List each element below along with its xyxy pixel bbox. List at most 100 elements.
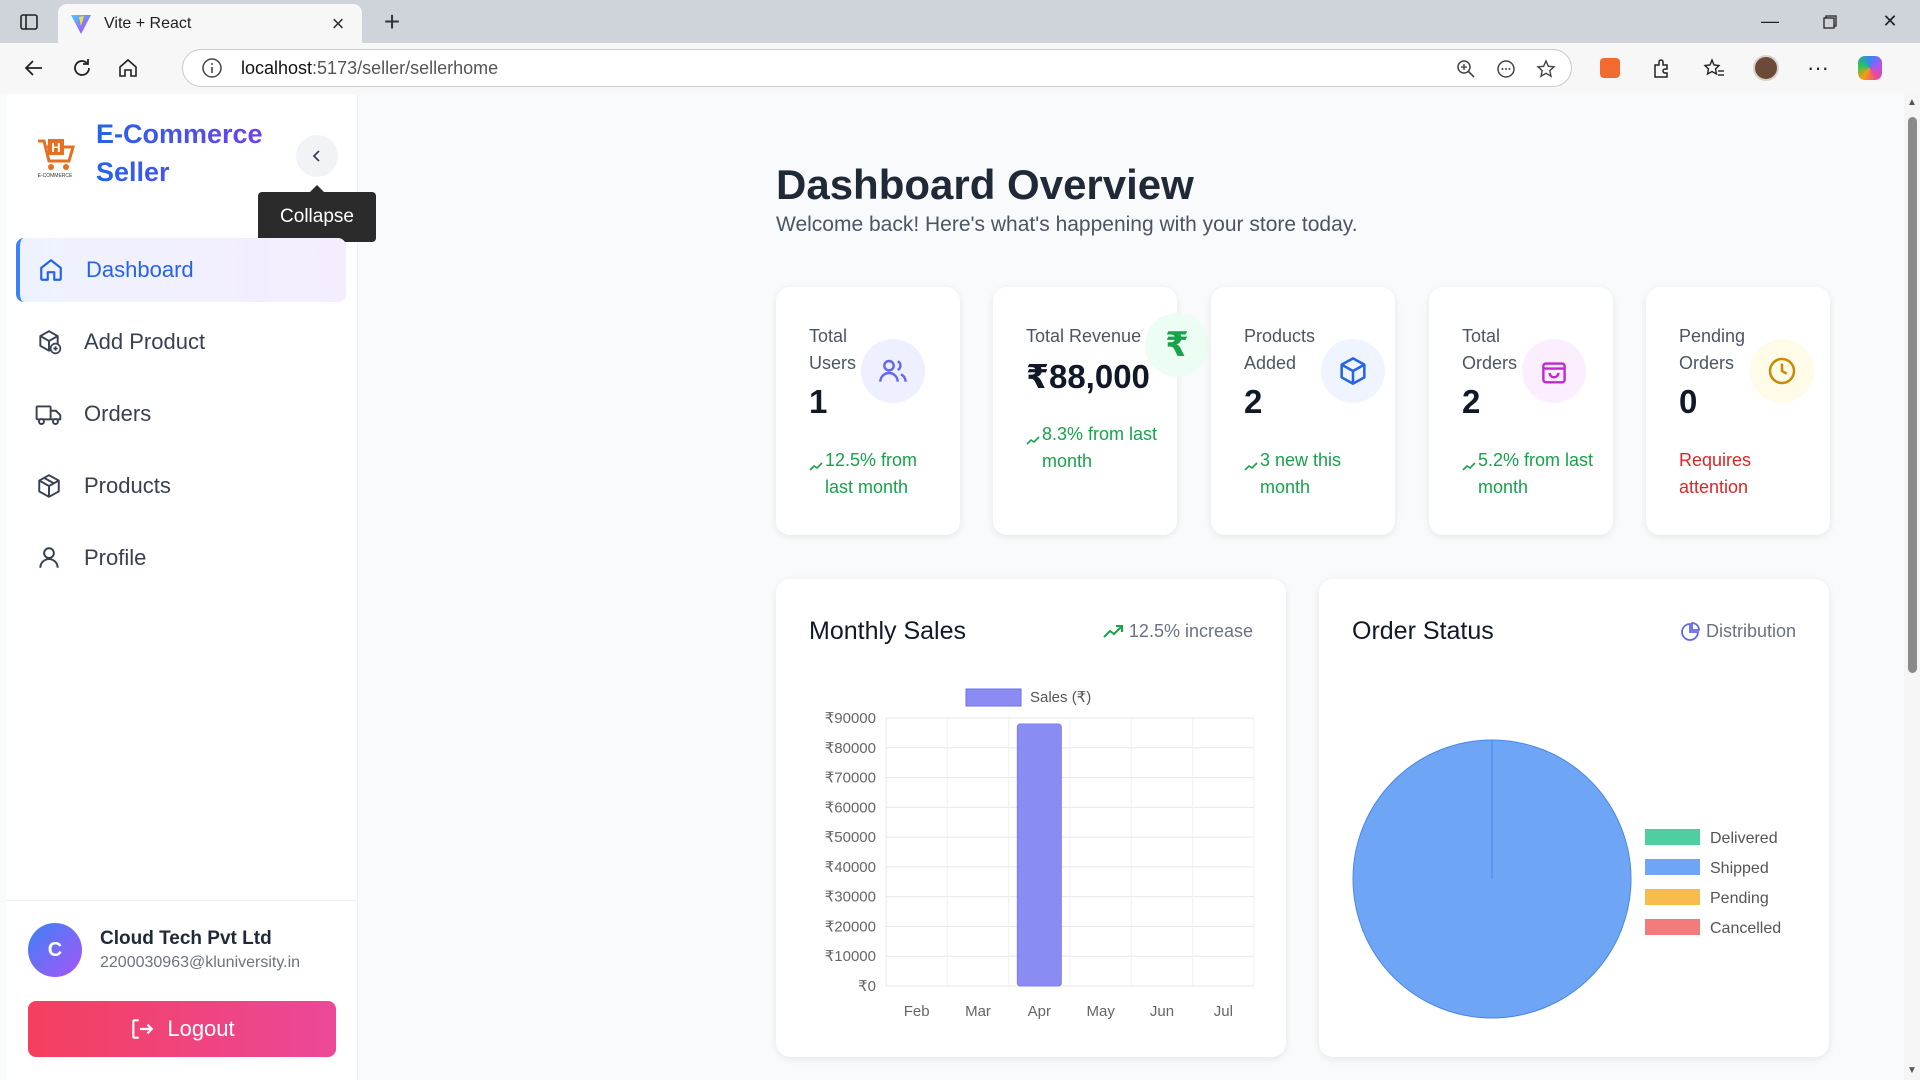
page-subtitle: Welcome back! Here's what's happening wi… bbox=[776, 213, 1358, 236]
more-menu-icon[interactable]: ··· bbox=[1796, 48, 1840, 88]
favorite-star-icon[interactable] bbox=[1531, 54, 1561, 84]
stat-card-total-users: Total Users 1 12.5% from last month bbox=[776, 287, 960, 535]
sidebar-item-add-product[interactable]: Add Product bbox=[16, 310, 346, 374]
brand-name-line2: Seller bbox=[96, 157, 170, 187]
user-email: 2200030963@kluniversity.in bbox=[100, 954, 301, 971]
card-title: Order Status bbox=[1352, 617, 1494, 645]
monthly-sales-card: Monthly Sales 12.5% increase Sales (₹) ₹0… bbox=[776, 579, 1286, 1057]
user-icon bbox=[34, 543, 64, 573]
y-tick-label: ₹90000 bbox=[825, 710, 876, 727]
trending-up-icon bbox=[1244, 462, 1258, 471]
brand-name-line1: E-Commerce bbox=[96, 119, 263, 149]
favorites-icon[interactable] bbox=[1692, 48, 1736, 88]
back-icon[interactable] bbox=[14, 48, 54, 88]
trending-up-icon bbox=[1026, 436, 1040, 445]
avatar: C bbox=[28, 923, 82, 977]
trending-up-icon bbox=[809, 462, 823, 471]
zoom-icon[interactable] bbox=[1451, 54, 1481, 84]
x-tick-label: Jun bbox=[1150, 1003, 1174, 1020]
x-tick-label: May bbox=[1086, 1003, 1115, 1020]
collapse-tooltip: Collapse bbox=[258, 185, 376, 242]
y-tick-label: ₹30000 bbox=[825, 889, 876, 906]
stat-card-products-added: Products Added 2 3 new this month bbox=[1211, 287, 1395, 535]
chevron-left-icon bbox=[312, 150, 320, 162]
extension-orange-icon[interactable] bbox=[1588, 48, 1632, 88]
y-tick-label: ₹80000 bbox=[825, 740, 876, 757]
close-window-button[interactable]: ✕ bbox=[1860, 0, 1920, 43]
brand: H E-COMMERCE E-Commerce Seller bbox=[28, 115, 296, 191]
stat-change: 8.3% from last month bbox=[1026, 421, 1166, 475]
site-info-icon[interactable] bbox=[201, 57, 223, 79]
stat-change: Requires attention bbox=[1679, 450, 1752, 497]
page-scrollbar[interactable]: ▲ ▼ bbox=[1904, 93, 1920, 1080]
svg-text:E-COMMERCE: E-COMMERCE bbox=[38, 173, 73, 179]
copilot-icon[interactable] bbox=[1848, 48, 1892, 88]
sidebar-item-dashboard[interactable]: Dashboard bbox=[16, 238, 346, 302]
legend-swatch-delivered bbox=[1645, 829, 1700, 845]
user-name: Cloud Tech Pvt Ltd bbox=[100, 928, 272, 949]
browser-tab[interactable]: Vite + React × bbox=[58, 4, 362, 43]
sidebar-item-label: Dashboard bbox=[86, 257, 194, 282]
collapse-sidebar-button[interactable] bbox=[296, 135, 338, 177]
stat-change: 5.2% from last month bbox=[1462, 447, 1602, 501]
clock-icon bbox=[1750, 339, 1814, 403]
restore-button[interactable] bbox=[1800, 0, 1860, 43]
app-viewport: H E-COMMERCE E-Commerce Seller Collapse … bbox=[0, 93, 1920, 1080]
tab-actions-icon[interactable] bbox=[12, 5, 46, 39]
scroll-up-icon[interactable]: ▲ bbox=[1907, 97, 1917, 108]
stat-card-pending-orders: Pending Orders 0 Requires attention bbox=[1646, 287, 1830, 535]
legend-swatch-pending bbox=[1645, 889, 1700, 905]
vite-logo-icon bbox=[71, 14, 91, 34]
sidebar-item-products[interactable]: Products bbox=[16, 454, 346, 518]
stat-value: 0 bbox=[1679, 383, 1698, 420]
shopping-bag-icon bbox=[1522, 339, 1586, 403]
package-plus-icon bbox=[34, 327, 64, 357]
stat-change: 3 new this month bbox=[1244, 447, 1384, 501]
sidebar-item-orders[interactable]: Orders bbox=[16, 382, 346, 446]
logout-button[interactable]: Logout bbox=[28, 1001, 336, 1057]
y-tick-label: ₹0 bbox=[858, 978, 876, 995]
x-tick-label: Feb bbox=[904, 1003, 930, 1020]
logout-label: Logout bbox=[167, 1016, 235, 1041]
sidebar-footer: C Cloud Tech Pvt Ltd 2200030963@kluniver… bbox=[6, 900, 358, 1080]
profile-avatar-icon[interactable] bbox=[1744, 48, 1788, 88]
new-tab-button[interactable]: + bbox=[376, 6, 408, 38]
svg-text:H: H bbox=[51, 140, 60, 155]
page-title: Dashboard Overview bbox=[776, 161, 1194, 208]
legend-label: Shipped bbox=[1710, 860, 1769, 877]
minimize-button[interactable]: — bbox=[1740, 0, 1800, 43]
stat-card-total-orders: Total Orders 2 5.2% from last month bbox=[1429, 287, 1613, 535]
scroll-down-icon[interactable]: ▼ bbox=[1907, 1065, 1917, 1076]
sidebar-item-label: Profile bbox=[84, 545, 147, 570]
reading-mode-icon[interactable] bbox=[1491, 54, 1521, 84]
sidebar-item-label: Orders bbox=[84, 401, 152, 426]
address-bar[interactable]: localhost:5173/seller/sellerhome bbox=[182, 49, 1572, 87]
tab-title: Vite + React bbox=[104, 14, 192, 32]
legend-label: Delivered bbox=[1710, 830, 1778, 847]
stat-value: ₹88,000 bbox=[1026, 358, 1150, 395]
address-path: :5173/seller/sellerhome bbox=[312, 57, 499, 78]
logout-icon bbox=[132, 1019, 154, 1039]
x-tick-label: Mar bbox=[965, 1003, 991, 1020]
browser-toolbar: localhost:5173/seller/sellerhome ··· bbox=[0, 43, 1920, 93]
stat-value: 1 bbox=[809, 383, 828, 420]
tab-close-icon[interactable]: × bbox=[326, 11, 350, 36]
scroll-thumb[interactable] bbox=[1908, 117, 1917, 673]
distribution-meta: Distribution bbox=[1680, 621, 1796, 642]
package-icon bbox=[34, 471, 64, 501]
trending-up-icon bbox=[1103, 624, 1123, 638]
stat-card-total-revenue: Total Revenue ₹88,000 ₹ 8.3% from last m… bbox=[993, 287, 1209, 535]
y-tick-label: ₹10000 bbox=[825, 948, 876, 965]
y-tick-label: ₹60000 bbox=[825, 799, 876, 816]
order-status-card: Order Status Distribution Delivered Shipp… bbox=[1319, 579, 1829, 1057]
y-tick-label: ₹20000 bbox=[825, 918, 876, 935]
sidebar-item-profile[interactable]: Profile bbox=[16, 526, 346, 590]
store-logo-icon: H E-COMMERCE bbox=[30, 129, 80, 179]
legend-label: Cancelled bbox=[1710, 920, 1781, 937]
extensions-puzzle-icon[interactable] bbox=[1640, 48, 1684, 88]
sidebar: H E-COMMERCE E-Commerce Seller Collapse … bbox=[6, 95, 376, 1080]
refresh-icon[interactable] bbox=[62, 48, 102, 88]
home-browser-icon[interactable] bbox=[108, 48, 148, 88]
legend-label: Sales (₹) bbox=[1030, 689, 1091, 706]
legend-swatch-shipped bbox=[1645, 859, 1700, 875]
